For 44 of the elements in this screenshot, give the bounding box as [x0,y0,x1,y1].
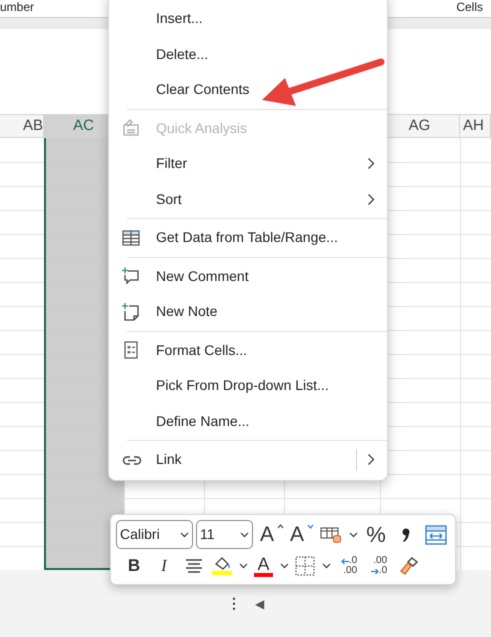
table-icon [121,228,141,248]
more-options-icon[interactable]: ⋮ [227,593,241,614]
menu-item[interactable]: New Comment [109,258,387,294]
menu-item[interactable]: Pick From Drop-down List... [109,368,387,404]
paintbrush-icon [398,556,420,576]
menu-item[interactable]: Link [109,442,387,478]
align-center-icon [185,558,203,574]
decrease-decimal-button[interactable]: .00 .0 [367,553,391,579]
font-color-button[interactable]: A [254,553,289,579]
borders-icon [295,556,315,576]
menu-item[interactable]: Format Cells... [109,332,387,368]
grow-font-button[interactable]: A [260,522,284,548]
menu-item[interactable]: Sort [109,182,387,217]
menu-item[interactable]: New Note [109,294,387,330]
percent-style-button[interactable]: % [364,522,388,548]
chevron-right-icon[interactable] [367,453,375,466]
caret-up-icon [277,524,284,528]
wrap-icon [425,524,448,544]
caret-down-icon [307,524,314,528]
menu-item[interactable]: Clear Contents [109,72,387,108]
comment-plus-icon [121,266,141,286]
chevron-right-icon[interactable] [367,157,375,170]
menu-item[interactable]: Delete... [109,36,387,72]
comma-icon [401,526,412,544]
bold-button[interactable]: B [122,553,146,579]
menu-item[interactable]: Define Name... [109,404,387,439]
note-plus-icon [121,302,141,322]
chevron-right-icon[interactable] [367,192,375,206]
menu-item[interactable]: Get Data from Table/Range... [109,220,387,256]
menu-item[interactable]: Filter [109,146,387,182]
font-name-dropdown[interactable]: Calibri [116,520,193,549]
font-size-dropdown[interactable]: 11 [196,520,253,549]
shrink-font-button[interactable]: A [290,522,314,548]
arrow-right-icon [370,568,379,574]
menu-item[interactable]: Insert... [109,1,387,36]
quick-analysis-icon [121,118,141,138]
table-style-icon [320,526,342,544]
scroll-left-icon[interactable]: ◀ [255,594,264,612]
italic-button[interactable]: I [152,553,176,579]
increase-decimal-button[interactable]: .0 .00 [337,553,361,579]
ribbon-group-label: umber [0,0,34,14]
column-header[interactable]: AH [460,115,491,137]
ribbon-group-label: Cells [456,0,483,14]
arrow-left-icon [340,558,349,564]
